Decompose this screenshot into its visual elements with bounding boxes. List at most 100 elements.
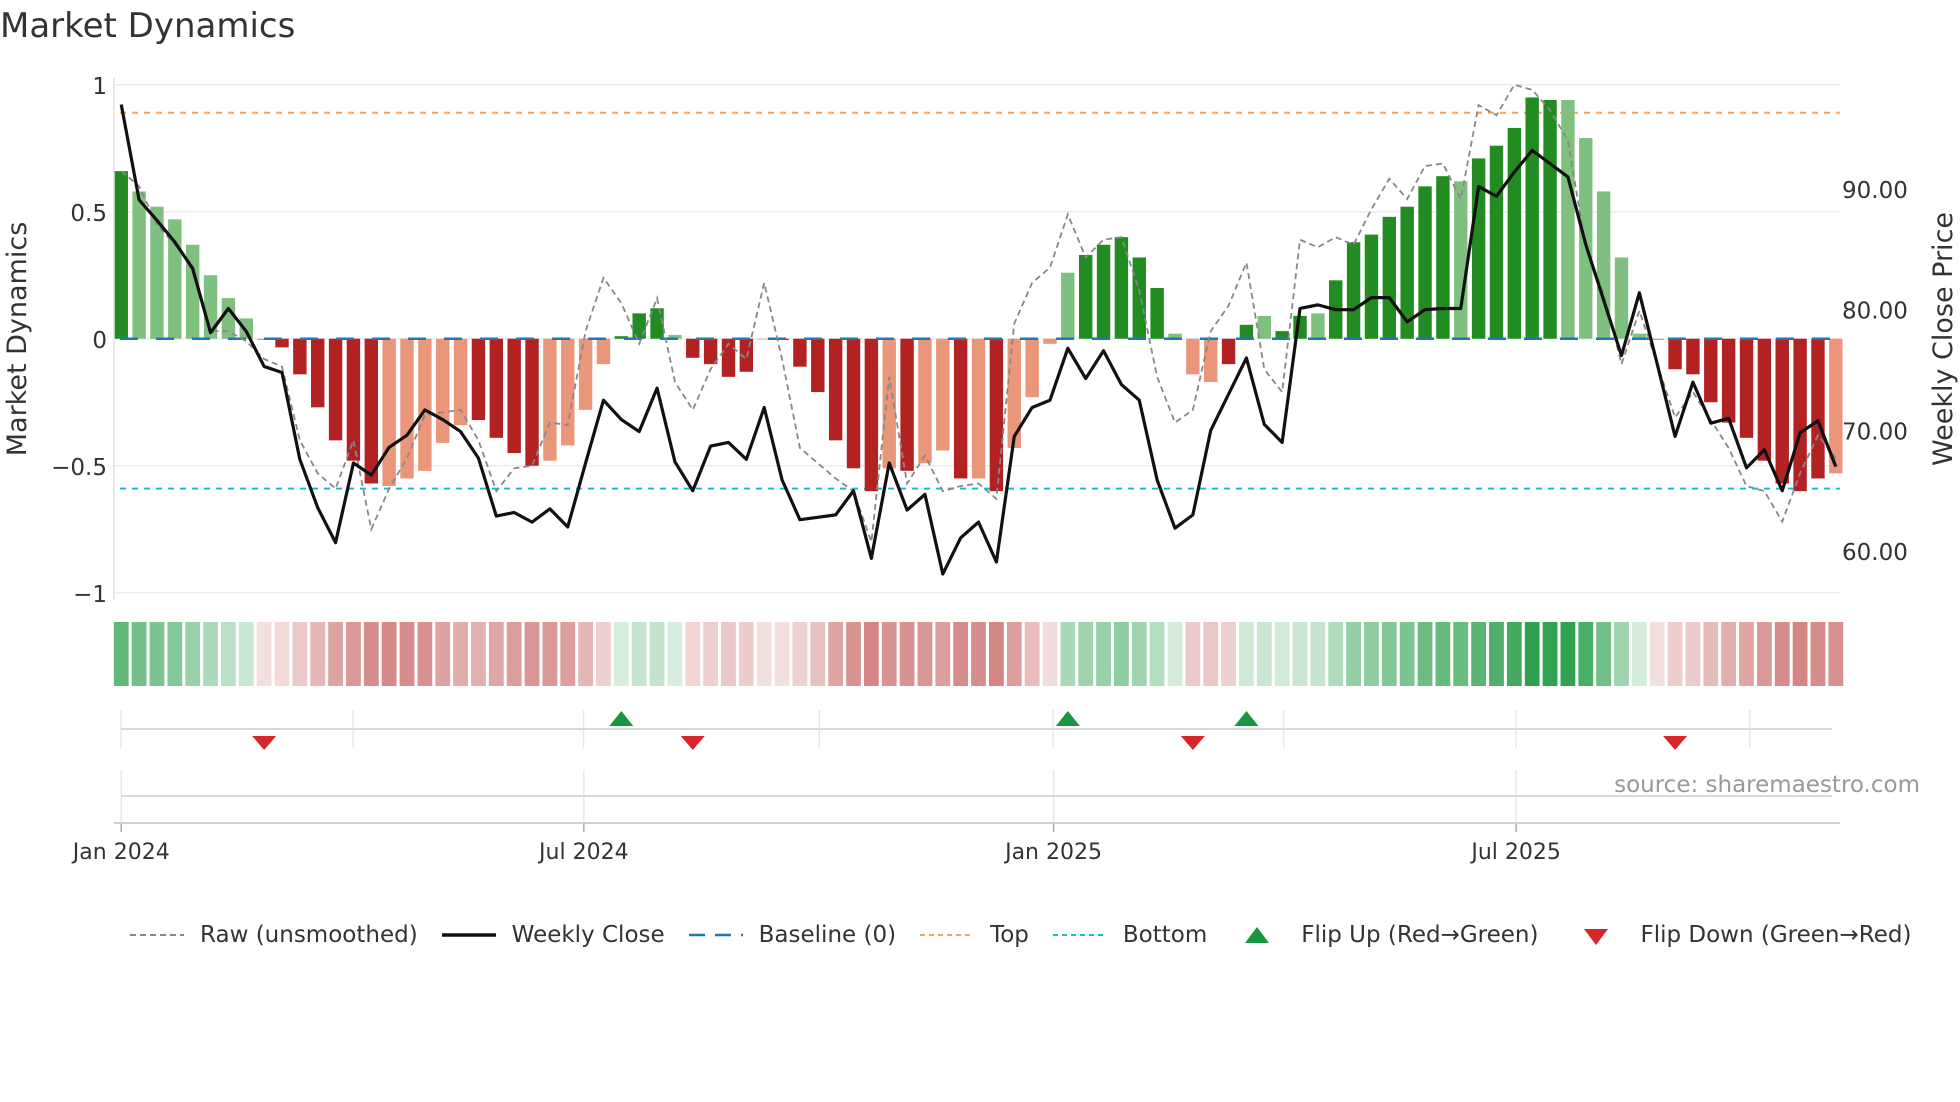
heat-cell [828,622,844,686]
heat-cell [1185,622,1201,686]
bar [596,338,611,365]
bar [221,298,236,339]
bar [239,318,253,339]
y-tick-label: 1 [92,74,107,100]
x-tick-label: Jan 2025 [1003,840,1102,865]
bar [1793,338,1807,492]
bar [1346,242,1361,339]
legend-label: Flip Down (Green→Red) [1640,922,1912,948]
bar [1686,338,1700,375]
heat-cell [578,622,594,686]
heat-cell [453,622,468,686]
heat-cell [1596,622,1612,686]
legend-swatch-flip-up-icon [1245,927,1270,943]
bar [1489,145,1504,339]
bar [1311,313,1325,339]
bar [1757,338,1772,461]
heat-cell [1560,622,1576,686]
bar [1418,186,1432,339]
heat-cell [1346,622,1361,686]
heat-cell [1631,622,1647,686]
bar [489,338,504,438]
bar [828,338,843,441]
heat-cell [292,622,308,686]
legend-item-top: Top [918,922,1029,948]
bar [1132,257,1146,339]
bar [114,171,128,339]
heat-cell [1096,622,1111,686]
heat-cell [435,622,451,686]
heat-cell [1489,622,1504,686]
heat-cell [685,622,701,686]
y-tick-label: −1 [73,582,107,608]
heat-cell [1060,622,1076,686]
heat-cell [1024,622,1040,686]
bar [1721,338,1736,423]
heat-cell [863,622,879,686]
heat-cell [988,622,1004,686]
bar [561,338,575,446]
heat-cell [881,622,897,686]
heat-cell [1685,622,1701,686]
bar [471,338,486,421]
heat-cell [1774,622,1790,686]
heat-cell [1203,622,1219,686]
legend-label: Raw (unsmoothed) [200,922,418,948]
legend-item-flip-up: Flip Up (Red→Green) [1229,922,1538,948]
heat-cell [560,622,576,686]
bar [1436,176,1450,339]
bar [382,338,396,487]
heat-cell [1149,622,1165,686]
bar [846,338,861,469]
bar [1382,216,1397,339]
bar [918,338,932,464]
heat-cell [953,622,969,686]
bar [578,338,593,410]
heat-cell [167,622,183,686]
heat-cell [1274,622,1290,686]
heat-cell [1524,622,1540,686]
heat-cell [1810,622,1826,686]
legend-swatch-close-icon [441,933,496,937]
heat-cell [363,622,379,686]
legend-item-close: Weekly Close [440,922,665,948]
bar [1739,338,1754,438]
heat-cell [1471,622,1487,686]
heat-cell [1256,622,1272,686]
heat-cell [792,622,808,686]
heat-cell [1435,622,1451,686]
heat-cell [488,622,504,686]
bar [864,338,879,492]
bar [507,338,521,454]
heat-cell [1078,622,1094,686]
heat-cell [1739,622,1754,686]
heat-cell [667,622,683,686]
heat-cell [1310,622,1326,686]
bar [436,338,450,443]
heat-cell [1328,622,1344,686]
legend-swatch-baseline-icon [688,933,743,937]
heat-cell [185,622,201,686]
legend-label: Top [990,922,1029,948]
heat-cell [274,622,290,686]
bar [1614,257,1629,339]
flip-marker-strip [120,710,1832,750]
heat-cell [1667,622,1683,686]
bar [1239,324,1254,339]
heat-cell [1042,622,1058,686]
bar [1543,99,1557,339]
bar [1364,234,1379,339]
bar [936,338,950,451]
bar [1078,254,1093,339]
heat-cell [899,622,915,686]
bar-series [114,97,1843,492]
heat-cell [1114,622,1129,686]
bar [989,338,1004,492]
y2-tick-label: 80.00 [1842,299,1908,325]
flip-down-marker [1663,736,1688,750]
legend-swatch-bottom-icon [1052,934,1107,936]
heat-cell [542,622,558,686]
heat-cell [1614,622,1629,686]
heat-cell [149,622,165,686]
bar [703,338,718,365]
